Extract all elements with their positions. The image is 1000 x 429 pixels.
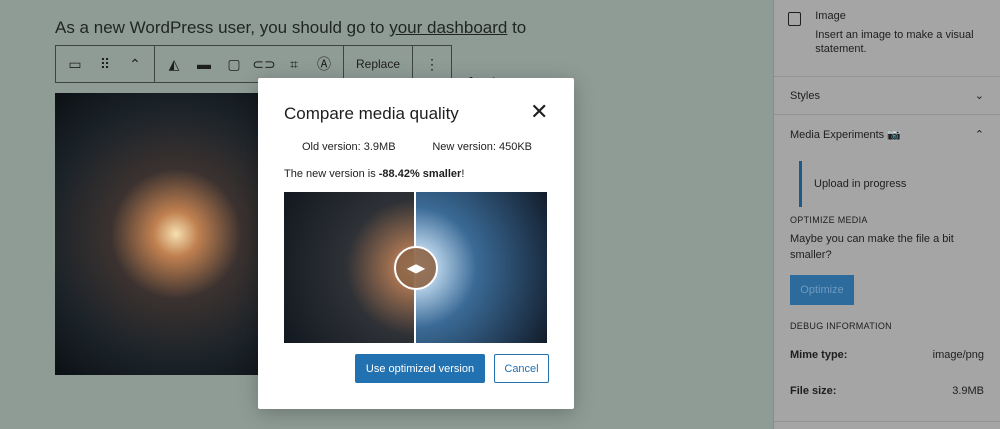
media-icon: 📷 xyxy=(887,128,901,141)
align-icon[interactable]: ▬ xyxy=(189,46,219,82)
move-up-down-icon[interactable]: ⌃ xyxy=(120,46,150,82)
slider-handle-icon[interactable]: ◀▶ xyxy=(394,246,438,290)
more-options-icon[interactable]: ⋮ xyxy=(417,46,447,82)
settings-sidebar: Image Insert an image to make a visual st… xyxy=(773,0,1000,429)
styles-panel-toggle[interactable]: Styles ⌄ xyxy=(774,77,1000,115)
duotone-icon[interactable]: ◭ xyxy=(159,46,189,82)
use-optimized-button[interactable]: Use optimized version xyxy=(355,354,485,383)
close-icon[interactable]: ✕ xyxy=(530,101,548,123)
chevron-down-icon: ⌄ xyxy=(974,90,984,102)
image-block-picture[interactable] xyxy=(55,93,275,375)
dashboard-link[interactable]: your dashboard xyxy=(389,18,507,37)
upload-notice: Upload in progress xyxy=(799,161,1000,207)
replace-button[interactable]: Replace xyxy=(348,46,408,82)
dialog-title: Compare media quality xyxy=(284,104,459,123)
image-block-icon[interactable]: ▭ xyxy=(60,46,90,82)
text-overlay-icon[interactable]: Ⓐ xyxy=(309,46,339,82)
cancel-button[interactable]: Cancel xyxy=(494,354,549,383)
optimize-button[interactable]: Optimize xyxy=(790,275,854,305)
image-icon xyxy=(788,12,802,26)
media-experiments-toggle[interactable]: Media Experiments 📷 ⌃ xyxy=(774,115,1000,153)
compare-media-dialog: Compare media quality ✕ Old version: 3.9… xyxy=(258,78,574,409)
drag-handle-icon[interactable]: ⠿ xyxy=(90,46,120,82)
chevron-up-icon: ⌃ xyxy=(974,128,984,141)
link-icon[interactable]: ⊂⊃ xyxy=(249,46,279,82)
caption-icon[interactable]: ▢ xyxy=(219,46,249,82)
crop-icon[interactable]: ⌗ xyxy=(279,46,309,82)
